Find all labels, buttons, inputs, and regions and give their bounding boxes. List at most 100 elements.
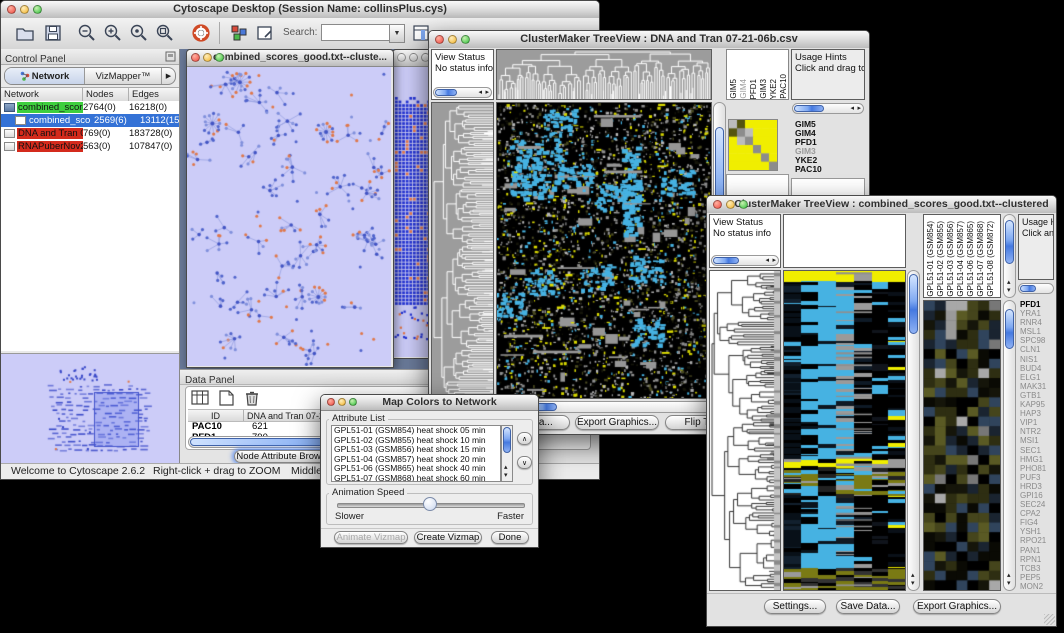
- gene-label[interactable]: HRD3: [1018, 482, 1054, 491]
- col-network[interactable]: Network: [1, 88, 83, 101]
- close-button[interactable]: [435, 35, 444, 44]
- tab-vizmapper[interactable]: VizMapper™: [85, 68, 161, 84]
- network-list-row[interactable]: combined_scores_ 2764(0) 16218(0): [1, 101, 179, 114]
- scroll-thumb[interactable]: [909, 274, 918, 334]
- gene-label[interactable]: SPC98: [1018, 336, 1054, 345]
- col-id[interactable]: ID: [188, 410, 244, 421]
- column-label[interactable]: PAC10: [779, 74, 787, 99]
- zoom-button[interactable]: [215, 53, 224, 62]
- usage-hints-scrollbar[interactable]: [1018, 283, 1054, 294]
- treeview2-titlebar[interactable]: ClusterMaker TreeView : combined_scores_…: [707, 196, 1056, 214]
- column-label[interactable]: GPL51-06 (GSM865): [966, 221, 976, 297]
- dialog-titlebar[interactable]: Map Colors to Network: [321, 395, 538, 411]
- gene-label[interactable]: BUD4: [1018, 364, 1054, 373]
- view-status-scrollbar[interactable]: ◂▸: [433, 87, 492, 98]
- gene-label[interactable]: SEC24: [1018, 500, 1054, 509]
- gene-label[interactable]: MON2: [1018, 582, 1054, 591]
- column-label[interactable]: GIM4: [739, 79, 748, 99]
- view-status-scrollbar[interactable]: ◂▸: [711, 255, 779, 266]
- treeview2-column-dendrogram[interactable]: [783, 214, 906, 268]
- float-panel-icon[interactable]: [165, 51, 176, 62]
- zoom-out-icon[interactable]: [77, 23, 97, 43]
- animate-vizmap-button[interactable]: Animate Vizmap: [334, 531, 408, 544]
- trash-icon[interactable]: [242, 389, 262, 407]
- network-canvas[interactable]: [187, 67, 391, 366]
- new-document-icon[interactable]: [216, 389, 236, 407]
- gene-label[interactable]: VIP1: [1018, 418, 1054, 427]
- gene-label[interactable]: GTB1: [1018, 391, 1054, 400]
- save-data-button[interactable]: Save Data...: [836, 599, 900, 614]
- close-button[interactable]: [713, 200, 722, 209]
- gene-label[interactable]: FIG4: [1018, 518, 1054, 527]
- gene-label[interactable]: SEC1: [1018, 446, 1054, 455]
- annotation-icon[interactable]: [255, 23, 275, 43]
- gene-label[interactable]: KAP95: [1018, 400, 1054, 409]
- close-button[interactable]: [191, 53, 200, 62]
- move-down-button[interactable]: ∨: [517, 456, 532, 469]
- minimize-button[interactable]: [338, 398, 346, 406]
- gene-label[interactable]: MAK31: [1018, 382, 1054, 391]
- scroll-thumb[interactable]: [1005, 309, 1014, 349]
- column-label[interactable]: YKE2: [769, 79, 778, 99]
- gene-label[interactable]: TCB3: [1018, 564, 1054, 573]
- create-vizmap-button[interactable]: Create Vizmap: [414, 531, 482, 544]
- search-dropdown-arrow[interactable]: ▼: [389, 24, 405, 43]
- main-titlebar[interactable]: Cytoscape Desktop (Session Name: collins…: [1, 1, 599, 19]
- treeview1-zoom-heatmap[interactable]: [728, 119, 778, 171]
- zoom-selected-icon[interactable]: [129, 23, 149, 43]
- scroll-thumb[interactable]: [435, 89, 457, 96]
- column-label[interactable]: GPL51-02 (GSM855): [936, 221, 946, 297]
- scroll-thumb[interactable]: [794, 105, 824, 112]
- gene-label[interactable]: YSH1: [1018, 527, 1054, 536]
- zoom-button[interactable]: [33, 5, 42, 14]
- gene-label[interactable]: GPI16: [1018, 491, 1054, 500]
- help-lifesaver-icon[interactable]: [191, 23, 211, 43]
- close-button[interactable]: [397, 53, 406, 62]
- gene-label[interactable]: ELG1: [1018, 373, 1054, 382]
- network-view-titlebar[interactable]: combined_scores_good.txt--cluste...: [187, 50, 393, 67]
- network-list-row[interactable]: combined_sco 2569(6) 13112(15): [1, 114, 179, 127]
- attribute-list-scrollbar[interactable]: ▴▾: [501, 425, 513, 482]
- zoom-button[interactable]: [739, 200, 748, 209]
- gene-label[interactable]: RPO21: [1018, 536, 1054, 545]
- vizmap-icon[interactable]: [229, 23, 249, 43]
- col-edges[interactable]: Edges: [129, 88, 179, 101]
- gene-label[interactable]: PAN1: [1018, 546, 1054, 555]
- column-label[interactable]: PFD1: [749, 79, 758, 99]
- minimize-button[interactable]: [203, 53, 212, 62]
- gene-label[interactable]: YRA1: [1018, 309, 1054, 318]
- treeview2-zoom-heatmap[interactable]: [923, 300, 1001, 591]
- zoom-vscrollbar[interactable]: ▴▾: [1003, 300, 1016, 591]
- gene-label[interactable]: RPN1: [1018, 555, 1054, 564]
- window-controls[interactable]: [7, 5, 42, 14]
- zoom-button[interactable]: [349, 398, 357, 406]
- gene-label[interactable]: CPA2: [1018, 509, 1054, 518]
- gene-label[interactable]: RNR4: [1018, 318, 1054, 327]
- gene-label[interactable]: HAP3: [1018, 409, 1054, 418]
- minimize-button[interactable]: [409, 53, 418, 62]
- save-icon[interactable]: [43, 23, 63, 43]
- minimize-button[interactable]: [448, 35, 457, 44]
- attribute-list-item[interactable]: GPL51-07 (GSM868) heat shock 60 min: [332, 474, 500, 483]
- gene-label[interactable]: CLN1: [1018, 345, 1054, 354]
- column-label[interactable]: GIM5: [729, 79, 738, 99]
- column-label[interactable]: GPL51-07 (GSM868): [976, 221, 986, 297]
- gene-label[interactable]: NTR2: [1018, 427, 1054, 436]
- col-nodes[interactable]: Nodes: [83, 88, 129, 101]
- export-graphics-button[interactable]: Export Graphics...: [575, 415, 659, 430]
- scroll-thumb[interactable]: [713, 257, 739, 264]
- move-up-button[interactable]: ∧: [517, 432, 532, 445]
- tab-overflow-button[interactable]: ▶: [161, 68, 175, 84]
- labels-vscrollbar[interactable]: ▴▾: [1003, 214, 1016, 298]
- scroll-thumb[interactable]: [503, 427, 511, 453]
- resize-grip[interactable]: [1044, 614, 1055, 625]
- network-list-row[interactable]: RNAPuberNov2+! 563(0) 107847(0): [1, 140, 179, 153]
- column-label[interactable]: GPL51-04 (GSM857): [956, 221, 966, 297]
- row-label[interactable]: PAC10: [793, 165, 863, 174]
- close-button[interactable]: [7, 5, 16, 14]
- zoom-button[interactable]: [461, 35, 470, 44]
- gene-label[interactable]: MSL1: [1018, 327, 1054, 336]
- scroll-thumb[interactable]: [1020, 285, 1036, 292]
- treeview2-heatmap[interactable]: [783, 270, 906, 591]
- gene-label[interactable]: PUF3: [1018, 473, 1054, 482]
